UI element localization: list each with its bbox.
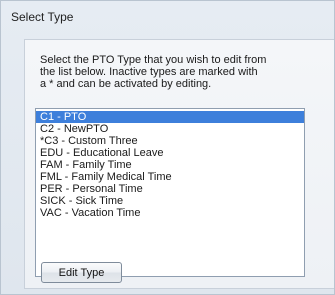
list-item[interactable]: SICK - Sick Time — [36, 195, 304, 207]
pto-type-listbox[interactable]: C1 - PTO C2 - NewPTO *C3 - Custom Three … — [35, 108, 305, 277]
list-item[interactable]: FAM - Family Time — [36, 159, 304, 171]
list-item[interactable]: C2 - NewPTO — [36, 123, 304, 135]
list-item[interactable]: VAC - Vacation Time — [36, 207, 304, 219]
select-type-dialog: Select Type Select the PTO Type that you… — [0, 0, 335, 295]
list-item[interactable]: EDU - Educational Leave — [36, 147, 304, 159]
dialog-title: Select Type — [11, 10, 74, 24]
list-item[interactable]: C1 - PTO — [36, 111, 304, 123]
list-item[interactable]: *C3 - Custom Three — [36, 135, 304, 147]
content-panel: Select the PTO Type that you wish to edi… — [24, 39, 334, 289]
edit-type-button[interactable]: Edit Type — [41, 262, 122, 283]
list-item[interactable]: FML - Family Medical Time — [36, 171, 304, 183]
list-item[interactable]: PER - Personal Time — [36, 183, 304, 195]
instructions-text: Select the PTO Type that you wish to edi… — [40, 54, 267, 90]
